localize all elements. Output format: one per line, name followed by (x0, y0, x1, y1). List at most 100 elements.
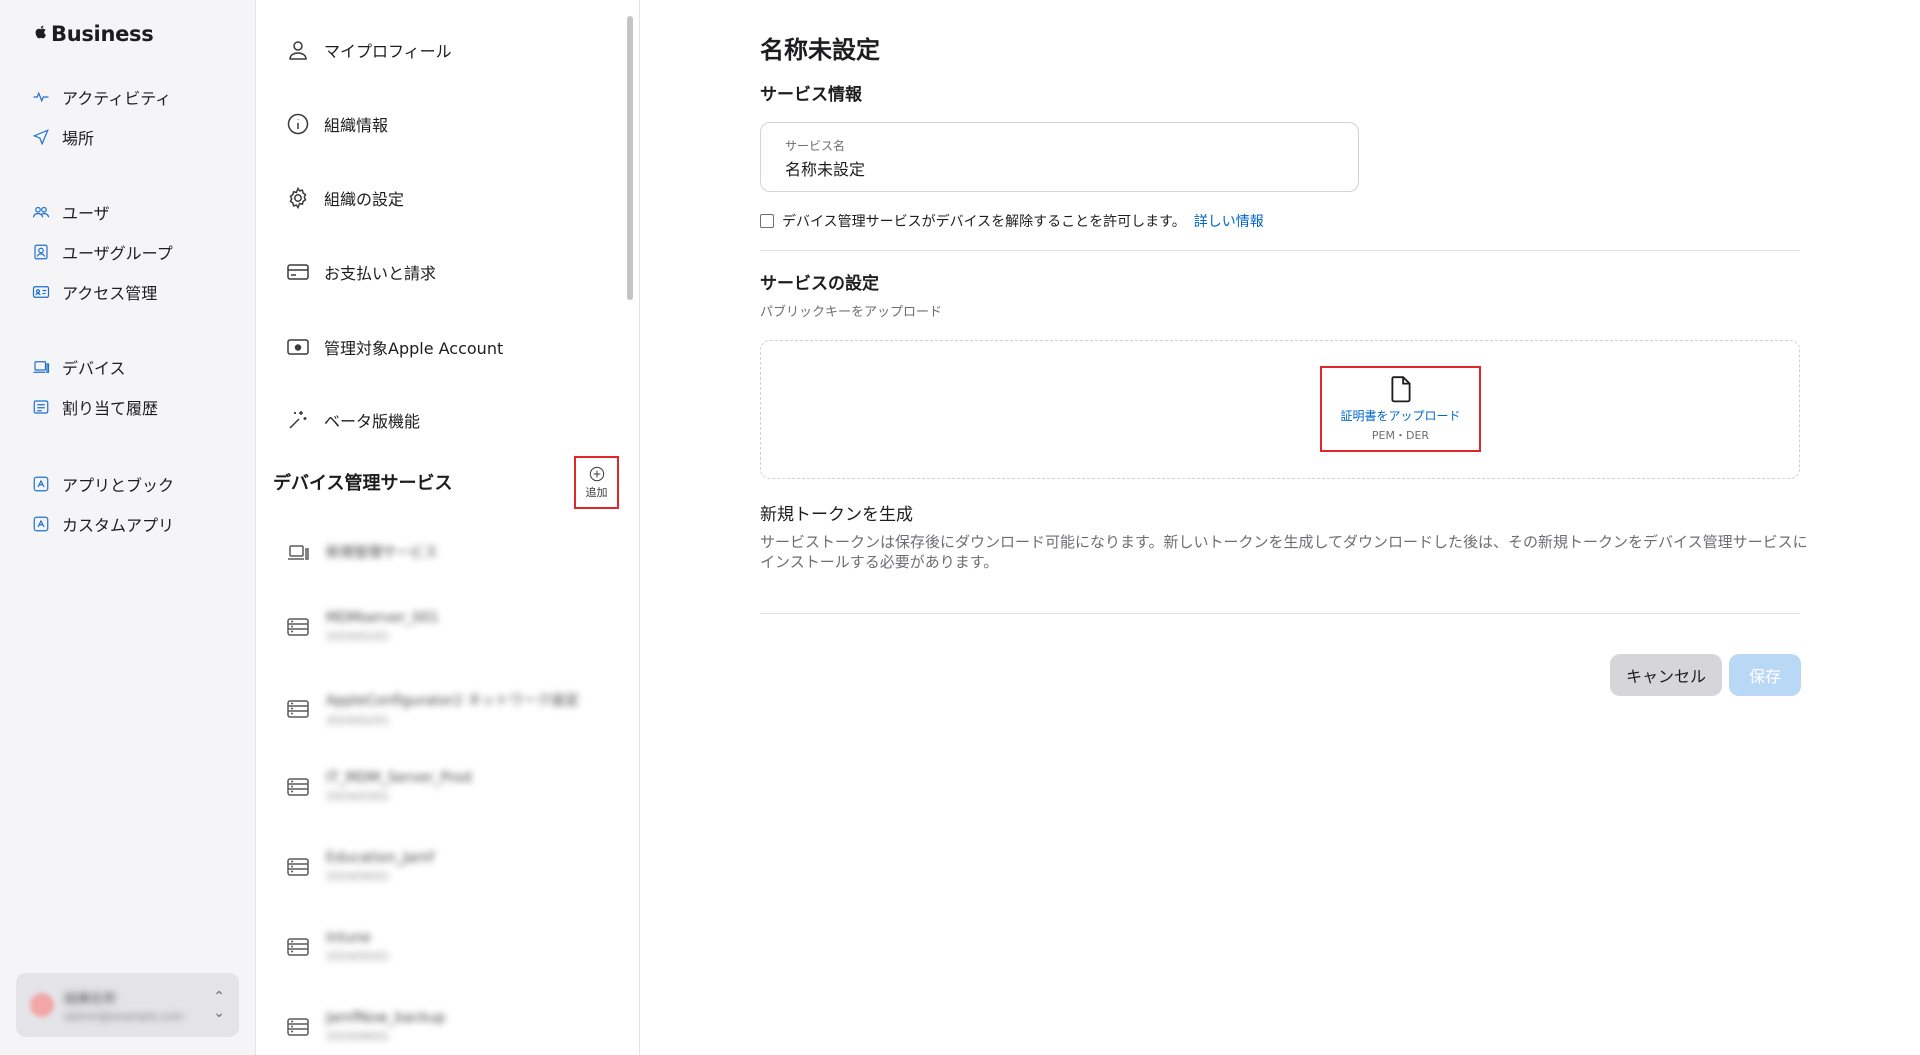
account-text: 組織名称 admin@example.com (64, 988, 203, 1023)
sidebar-item-custom-apps[interactable]: カスタムアプリ (32, 511, 174, 537)
brand-logo[interactable]: Business (34, 22, 154, 46)
save-button[interactable]: 保存 (1729, 654, 1801, 696)
service-name: 新規管理サービス (326, 545, 438, 561)
chevron-updown-icon: ⌃ ⌄ (213, 989, 225, 1021)
page-title: 名称未設定 (760, 36, 880, 64)
sidebar-item-locations[interactable]: 場所 (32, 124, 94, 150)
sidebar-item-users[interactable]: ユーザ (32, 199, 110, 225)
service-name-input[interactable] (785, 158, 1334, 177)
user-group-icon (34, 244, 48, 260)
service-name-label: サービス名 (785, 139, 846, 153)
settings-item-org-info[interactable]: 組織情報 (286, 110, 388, 138)
avatar (30, 993, 54, 1017)
location-icon (32, 129, 49, 146)
gear-icon (289, 186, 307, 210)
sidebar-item-label: 場所 (62, 129, 95, 148)
settings-item-org-settings[interactable]: 組織の設定 (286, 184, 404, 212)
service-list-item[interactable]: AppleConfigurator2 ネットワーク設定 2024/02/01 (286, 690, 579, 727)
service-list-item[interactable]: MDMserver_001 2024/01/01 (286, 610, 439, 643)
upload-formats-label: PEM・DER (1371, 429, 1430, 442)
upload-public-key-label: パブリックキーをアップロード (760, 305, 943, 320)
server-icon (287, 699, 309, 718)
settings-item-billing[interactable]: お支払いと請求 (286, 258, 436, 286)
new-token-description: サービストークンは保存後にダウンロード可能になります。新しいトークンを生成してダ… (760, 533, 1808, 571)
service-detail: 2024/05/01 (326, 950, 390, 963)
device-icon (288, 545, 309, 560)
main-panel: 名称未設定 サービス情報 サービス名 デバイス管理サービスがデバイスを解除するこ… (640, 0, 1920, 1055)
settings-item-managed-apple-account[interactable]: 管理対象Apple Account (286, 333, 503, 361)
settings-item-label: 管理対象Apple Account (324, 339, 504, 358)
service-text: IT_MDM_Server_Prod 2024/03/01 (326, 770, 472, 803)
service-name: AppleConfigurator2 ネットワーク設定 (326, 693, 580, 709)
service-detail: 2024/03/01 (326, 790, 390, 803)
sidebar-item-devices[interactable]: デバイス (32, 354, 126, 380)
service-text: JamfNow_backup 2024/06/01 (326, 1010, 445, 1043)
sidebar-item-label: カスタムアプリ (62, 516, 175, 535)
service-list-item[interactable]: IT_MDM_Server_Prod 2024/03/01 (286, 770, 472, 803)
sidebar-item-label: 割り当て履歴 (62, 399, 159, 418)
settings-item-label: マイプロフィール (324, 42, 452, 61)
service-settings-heading: サービスの設定 (760, 274, 879, 294)
apple-account-icon (287, 339, 309, 355)
sidebar-item-apps-books[interactable]: アプリとブック (32, 471, 174, 497)
cancel-button[interactable]: キャンセル (1610, 654, 1722, 696)
sidebar: Business アクティビティ 場所 ユーザ ユーザグループ アクセス管理 デ… (0, 0, 256, 1055)
sidebar-item-user-groups[interactable]: ユーザグループ (32, 239, 173, 265)
service-name: Intune (326, 930, 371, 946)
server-icon (287, 1017, 309, 1036)
document-icon (1390, 376, 1411, 403)
device-management-services-heading: デバイス管理サービス (273, 473, 453, 494)
info-icon (287, 113, 309, 135)
settings-item-label: 組織の設定 (324, 190, 405, 209)
service-list-item[interactable]: Education_Jamf 2024/04/01 (286, 850, 434, 883)
sidebar-item-label: アクティビティ (62, 89, 172, 108)
service-list-item[interactable]: JamfNow_backup 2024/06/01 (286, 1010, 445, 1043)
activity-icon (33, 91, 49, 103)
service-list-item[interactable]: 新規管理サービス (286, 540, 438, 564)
service-detail: 2024/02/01 (326, 714, 390, 727)
scrollbar[interactable] (627, 16, 633, 300)
learn-more-link[interactable]: 詳しい情報 (1194, 211, 1264, 231)
release-devices-row: デバイス管理サービスがデバイスを解除することを許可します。 詳しい情報 (760, 211, 1264, 231)
settings-item-label: ベータ版機能 (324, 412, 421, 431)
service-name: JamfNow_backup (326, 1010, 446, 1026)
release-devices-label: デバイス管理サービスがデバイスを解除することを許可します。 (782, 214, 1186, 230)
service-text: AppleConfigurator2 ネットワーク設定 2024/02/01 (326, 690, 579, 727)
account-detail: admin@example.com (64, 1009, 184, 1023)
service-name: IT_MDM_Server_Prod (326, 770, 472, 786)
service-name: Education_Jamf (326, 850, 434, 866)
service-detail: 2024/06/01 (326, 1030, 390, 1043)
server-icon (287, 857, 309, 876)
sidebar-item-label: デバイス (62, 359, 126, 378)
sidebar-item-label: アクセス管理 (62, 284, 158, 303)
upload-certificate-label: 証明書をアップロード (1340, 409, 1461, 423)
service-text: Intune 2024/05/01 (326, 930, 389, 963)
upload-dropzone[interactable]: 証明書をアップロード PEM・DER (760, 340, 1800, 479)
custom-app-icon (33, 516, 49, 532)
users-icon (32, 206, 50, 218)
account-switcher[interactable]: 組織名称 admin@example.com ⌃ ⌄ (16, 973, 239, 1037)
settings-column: マイプロフィール 組織情報 組織の設定 お支払いと請求 管理対象Apple Ac… (256, 0, 640, 1055)
divider (760, 250, 1800, 251)
apps-icon (33, 476, 49, 492)
brand-name: Business (51, 22, 154, 46)
service-info-heading: サービス情報 (760, 85, 862, 105)
service-list-item[interactable]: Intune 2024/05/01 (286, 930, 389, 963)
sparkle-icon (289, 411, 307, 429)
release-devices-checkbox[interactable] (760, 214, 774, 228)
settings-item-my-profile[interactable]: マイプロフィール (286, 36, 452, 64)
service-text: Education_Jamf 2024/04/01 (326, 850, 434, 883)
settings-item-label: 組織情報 (324, 116, 389, 135)
add-service-button[interactable]: 追加 (574, 456, 619, 509)
card-icon (287, 264, 309, 280)
sidebar-item-assignment-history[interactable]: 割り当て履歴 (32, 394, 158, 420)
server-icon (287, 777, 309, 796)
sidebar-item-activity[interactable]: アクティビティ (32, 84, 171, 110)
service-name-field[interactable]: サービス名 (760, 122, 1359, 192)
settings-item-beta-features[interactable]: ベータ版機能 (286, 406, 420, 434)
new-token-heading: 新規トークンを生成 (760, 505, 913, 525)
upload-certificate-button[interactable]: 証明書をアップロード PEM・DER (1320, 366, 1481, 452)
sidebar-item-access[interactable]: アクセス管理 (32, 279, 157, 305)
server-icon (287, 617, 309, 636)
access-icon (32, 286, 50, 298)
